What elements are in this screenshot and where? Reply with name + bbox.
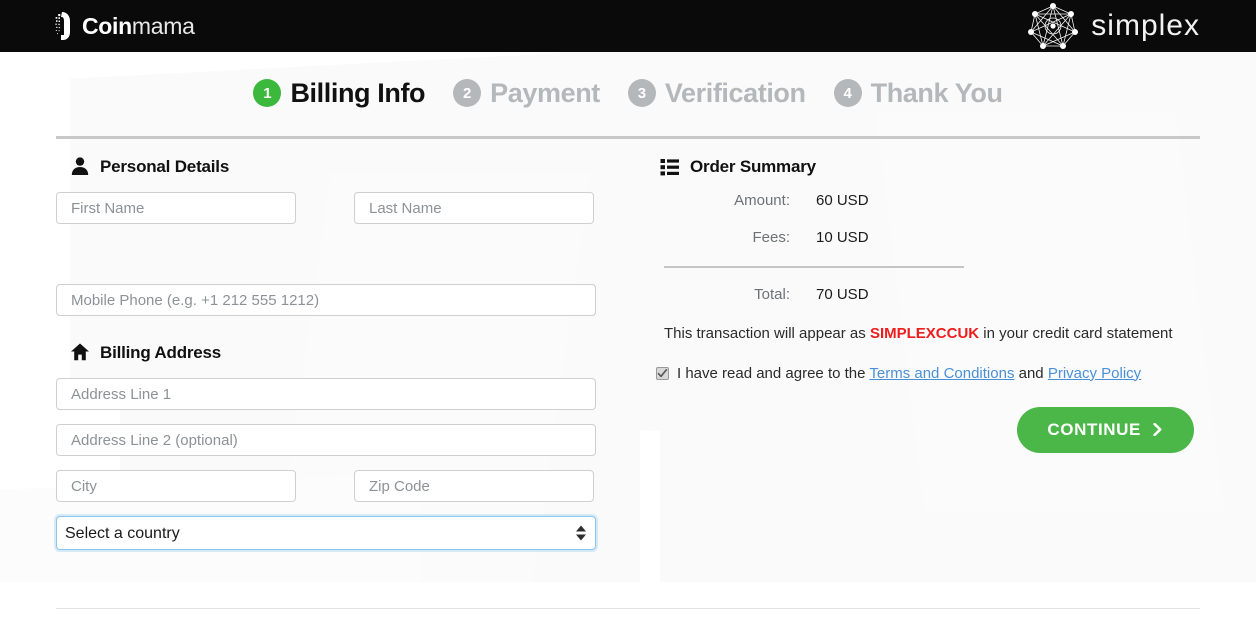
billing-form-column: Personal Details Billing Address [56,156,626,550]
summary-row-total: Total: 70 USD [646,286,1196,303]
step-number-badge: 3 [628,79,656,107]
order-summary-heading: Order Summary [660,156,1196,176]
user-icon [70,156,90,176]
step-label: Billing Info [290,80,425,107]
section-title: Order Summary [690,158,816,175]
step-label: Verification [665,80,806,107]
address2-row [56,424,626,456]
agree-conjunction: and [1014,365,1047,382]
step-label: Thank You [871,80,1003,107]
country-select-wrapper: Select a country [56,516,596,550]
statement-suffix: in your credit card statement [979,325,1172,342]
terms-agreement-row: I have read and agree to the Terms and C… [656,363,1181,385]
terms-agreement-text: I have read and agree to the Terms and C… [677,363,1141,385]
summary-value: 10 USD [816,229,869,246]
top-bar: Coinmama [0,0,1256,52]
summary-value: 60 USD [816,192,869,209]
coinmama-logo[interactable]: Coinmama [54,0,195,52]
agree-prefix: I have read and agree to the [677,365,869,382]
address-line-2-input[interactable] [56,424,596,456]
billing-address-heading: Billing Address [70,342,626,362]
name-row [56,192,626,224]
summary-value: 70 USD [816,286,869,303]
address-line-1-input[interactable] [56,378,596,410]
continue-button-label: CONTINUE [1047,420,1141,440]
step-number-badge: 2 [453,79,481,107]
spacer [56,238,626,284]
summary-row-fees: Fees: 10 USD [646,229,1196,246]
terms-checkbox[interactable] [656,367,669,380]
phone-row [56,284,626,316]
last-name-input[interactable] [354,192,594,224]
checkout-page: Coinmama [0,0,1256,634]
section-title: Personal Details [100,158,229,175]
first-name-input[interactable] [56,192,296,224]
zip-code-input[interactable] [354,470,594,502]
coinmama-logo-icon [54,11,74,41]
summary-label: Amount: [646,192,816,209]
step-billing-info[interactable]: 1 Billing Info [253,79,425,107]
summary-label: Total: [646,286,816,303]
step-number-badge: 4 [834,79,862,107]
list-icon [660,156,680,176]
step-label: Payment [490,80,600,107]
continue-button-wrapper: CONTINUE [646,407,1194,453]
simplex-network-logo-icon [1025,2,1081,50]
statement-prefix: This transaction will appear as [664,325,870,342]
section-title: Billing Address [100,344,221,361]
statement-descriptor-note: This transaction will appear as SIMPLEXC… [664,323,1184,345]
statement-descriptor: SIMPLEXCCUK [870,325,979,342]
privacy-policy-link[interactable]: Privacy Policy [1048,365,1141,382]
order-summary-column: Order Summary Amount: 60 USD Fees: 10 US… [626,156,1196,550]
mobile-phone-input[interactable] [56,284,596,316]
footer-divider [56,608,1200,609]
summary-divider [664,266,964,268]
checkmark-icon [657,368,668,379]
summary-label: Fees: [646,229,816,246]
checkout-steps: 1 Billing Info 2 Payment 3 Verification … [0,52,1256,134]
summary-row-amount: Amount: 60 USD [646,192,1196,209]
address1-row [56,378,626,410]
checkout-body: Personal Details Billing Address [0,134,1256,550]
simplex-wordmark: simplex [1091,11,1200,41]
step-number-badge: 1 [253,79,281,107]
coinmama-wordmark: Coinmama [82,15,195,38]
city-input[interactable] [56,470,296,502]
personal-details-heading: Personal Details [70,156,626,176]
country-select[interactable]: Select a country [56,516,596,550]
terms-and-conditions-link[interactable]: Terms and Conditions [869,365,1014,382]
step-thank-you[interactable]: 4 Thank You [834,79,1003,107]
step-payment[interactable]: 2 Payment [453,79,600,107]
city-zip-row [56,470,626,502]
continue-button[interactable]: CONTINUE [1017,407,1194,453]
chevron-right-icon [1151,423,1164,436]
home-icon [70,342,90,362]
step-verification[interactable]: 3 Verification [628,79,806,107]
simplex-logo[interactable]: simplex [1025,0,1200,52]
